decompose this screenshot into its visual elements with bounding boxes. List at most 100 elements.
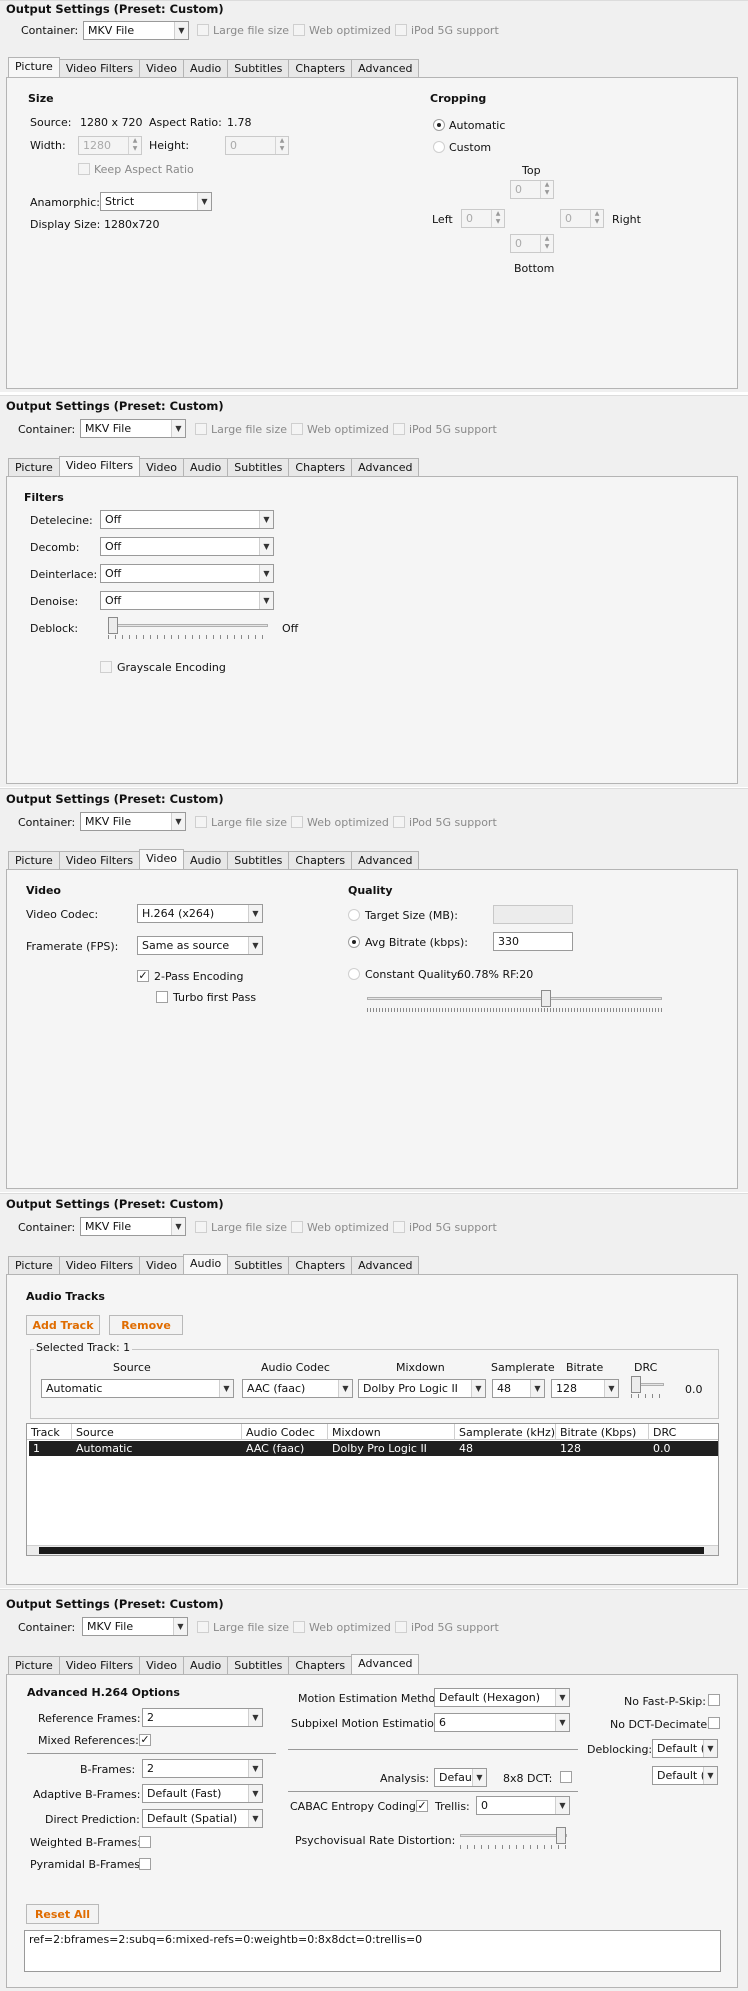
tab-video[interactable]: Video: [139, 849, 184, 869]
mixed-refs-checkbox[interactable]: ✓: [139, 1734, 151, 1746]
subpixel-select[interactable]: 6 ▼: [434, 1713, 570, 1732]
web-optimized-checkbox[interactable]: [293, 1621, 305, 1633]
tab-subtitles[interactable]: Subtitles: [227, 1256, 290, 1274]
target-size-radio[interactable]: [348, 909, 360, 921]
slider-thumb[interactable]: [541, 990, 551, 1007]
decomb-select[interactable]: Off ▼: [100, 537, 274, 556]
audio-track-grid[interactable]: Track Source Audio Codec Mixdown Sampler…: [26, 1423, 719, 1556]
slider-thumb[interactable]: [556, 1827, 566, 1844]
pyramidal-b-checkbox[interactable]: [139, 1858, 151, 1870]
tab-audio[interactable]: Audio: [182, 458, 229, 476]
dct8-checkbox[interactable]: [560, 1771, 572, 1783]
cabac-checkbox[interactable]: ✓: [416, 1800, 428, 1812]
container-select[interactable]: MKV File ▼: [80, 1217, 186, 1236]
web-optimized-checkbox[interactable]: [293, 24, 305, 36]
detelecine-select[interactable]: Off ▼: [100, 510, 274, 529]
grid-cell-bitrate[interactable]: 128: [556, 1441, 649, 1456]
horizontal-scrollbar[interactable]: [27, 1545, 718, 1555]
tab-video-filters[interactable]: Video Filters: [58, 1256, 141, 1274]
tab-chapters[interactable]: Chapters: [288, 851, 353, 869]
deblocking-beta-select[interactable]: Default (0 ▼: [652, 1766, 718, 1785]
web-optimized-checkbox[interactable]: [291, 1221, 303, 1233]
no-fast-pskip-checkbox[interactable]: [708, 1694, 720, 1706]
trellis-select[interactable]: 0 ▼: [476, 1796, 570, 1815]
anamorphic-select[interactable]: Strict ▼: [100, 192, 212, 211]
audio-source-select[interactable]: Automatic ▼: [41, 1379, 234, 1398]
container-select[interactable]: MKV File ▼: [83, 21, 189, 40]
tab-chapters[interactable]: Chapters: [288, 59, 353, 77]
grid-cell-drc[interactable]: 0.0: [649, 1441, 718, 1456]
tab-video-filters[interactable]: Video Filters: [58, 1656, 141, 1674]
tab-audio[interactable]: Audio: [182, 1656, 229, 1674]
deinterlace-select[interactable]: Off ▼: [100, 564, 274, 583]
twopass-checkbox[interactable]: ✓: [137, 970, 149, 982]
tab-picture[interactable]: Picture: [8, 851, 60, 869]
tab-picture[interactable]: Picture: [8, 1256, 60, 1274]
ipod-checkbox[interactable]: [393, 423, 405, 435]
grid-header-source[interactable]: Source: [72, 1424, 242, 1440]
deblocking-alpha-select[interactable]: Default (0 ▼: [652, 1739, 718, 1758]
tab-audio[interactable]: Audio: [182, 59, 229, 77]
grid-cell-samplerate[interactable]: 48: [455, 1441, 556, 1456]
direct-prediction-select[interactable]: Default (Spatial) ▼: [142, 1809, 263, 1828]
tab-picture[interactable]: Picture: [8, 1656, 60, 1674]
analysis-select[interactable]: Default (▼: [434, 1768, 487, 1787]
crop-automatic-radio[interactable]: [433, 119, 445, 131]
tab-advanced[interactable]: Advanced: [351, 458, 420, 476]
tab-chapters[interactable]: Chapters: [288, 458, 353, 476]
tab-video-filters[interactable]: Video Filters: [58, 456, 141, 476]
tab-subtitles[interactable]: Subtitles: [227, 59, 290, 77]
slider-thumb[interactable]: [631, 1376, 641, 1393]
quality-slider[interactable]: [367, 990, 662, 1012]
drc-slider[interactable]: [631, 1376, 664, 1398]
ref-frames-select[interactable]: 2 ▼: [142, 1708, 263, 1727]
denoise-select[interactable]: Off ▼: [100, 591, 274, 610]
remove-track-button[interactable]: Remove: [109, 1315, 183, 1335]
deblock-slider[interactable]: [108, 617, 268, 639]
mixdown-select[interactable]: Dolby Pro Logic II ▼: [358, 1379, 486, 1398]
tab-advanced[interactable]: Advanced: [351, 1654, 420, 1674]
tab-advanced[interactable]: Advanced: [351, 851, 420, 869]
grid-header-audio-codec[interactable]: Audio Codec: [242, 1424, 328, 1440]
bitrate-select[interactable]: 128 ▼: [551, 1379, 619, 1398]
large-file-checkbox[interactable]: [195, 816, 207, 828]
tab-subtitles[interactable]: Subtitles: [227, 1656, 290, 1674]
large-file-checkbox[interactable]: [195, 1221, 207, 1233]
samplerate-select[interactable]: 48 ▼: [492, 1379, 545, 1398]
grid-cell-codec[interactable]: AAC (faac): [242, 1441, 328, 1456]
constant-quality-radio[interactable]: [348, 968, 360, 980]
grid-cell-mixdown[interactable]: Dolby Pro Logic II: [328, 1441, 455, 1456]
grid-header-drc[interactable]: DRC: [649, 1424, 718, 1440]
scrollbar-thumb[interactable]: [39, 1547, 704, 1554]
tab-chapters[interactable]: Chapters: [288, 1256, 353, 1274]
bframes-select[interactable]: 2 ▼: [142, 1759, 263, 1778]
avg-bitrate-radio[interactable]: [348, 936, 360, 948]
web-optimized-checkbox[interactable]: [291, 816, 303, 828]
grid-cell-source[interactable]: Automatic: [72, 1441, 242, 1456]
slider-thumb[interactable]: [108, 617, 118, 634]
grid-header-track[interactable]: Track: [27, 1424, 72, 1440]
grid-cell-track[interactable]: 1: [29, 1441, 72, 1456]
web-optimized-checkbox[interactable]: [291, 423, 303, 435]
video-codec-select[interactable]: H.264 (x264) ▼: [137, 904, 263, 923]
turbo-checkbox[interactable]: [156, 991, 168, 1003]
grayscale-checkbox[interactable]: [100, 661, 112, 673]
audio-codec-select[interactable]: AAC (faac) ▼: [242, 1379, 353, 1398]
tab-advanced[interactable]: Advanced: [351, 59, 420, 77]
large-file-checkbox[interactable]: [197, 24, 209, 36]
width-spinner[interactable]: 1280 ▲ ▼: [78, 136, 142, 155]
grid-header-mixdown[interactable]: Mixdown: [328, 1424, 455, 1440]
crop-custom-radio[interactable]: [433, 141, 445, 153]
crop-right-spinner[interactable]: 0 ▲ ▼: [560, 209, 604, 228]
me-method-select[interactable]: Default (Hexagon) ▼: [434, 1688, 570, 1707]
options-string-field[interactable]: ref=2:bframes=2:subq=6:mixed-refs=0:weig…: [24, 1930, 721, 1972]
framerate-select[interactable]: Same as source ▼: [137, 936, 263, 955]
psy-rd-slider[interactable]: [460, 1827, 567, 1849]
grid-header-bitrate[interactable]: Bitrate (Kbps): [556, 1424, 649, 1440]
tab-audio[interactable]: Audio: [182, 1254, 229, 1274]
keep-aspect-checkbox[interactable]: [78, 163, 90, 175]
ipod-checkbox[interactable]: [393, 816, 405, 828]
reset-all-button[interactable]: Reset All: [26, 1904, 99, 1924]
large-file-checkbox[interactable]: [195, 423, 207, 435]
weighted-b-checkbox[interactable]: [139, 1836, 151, 1848]
